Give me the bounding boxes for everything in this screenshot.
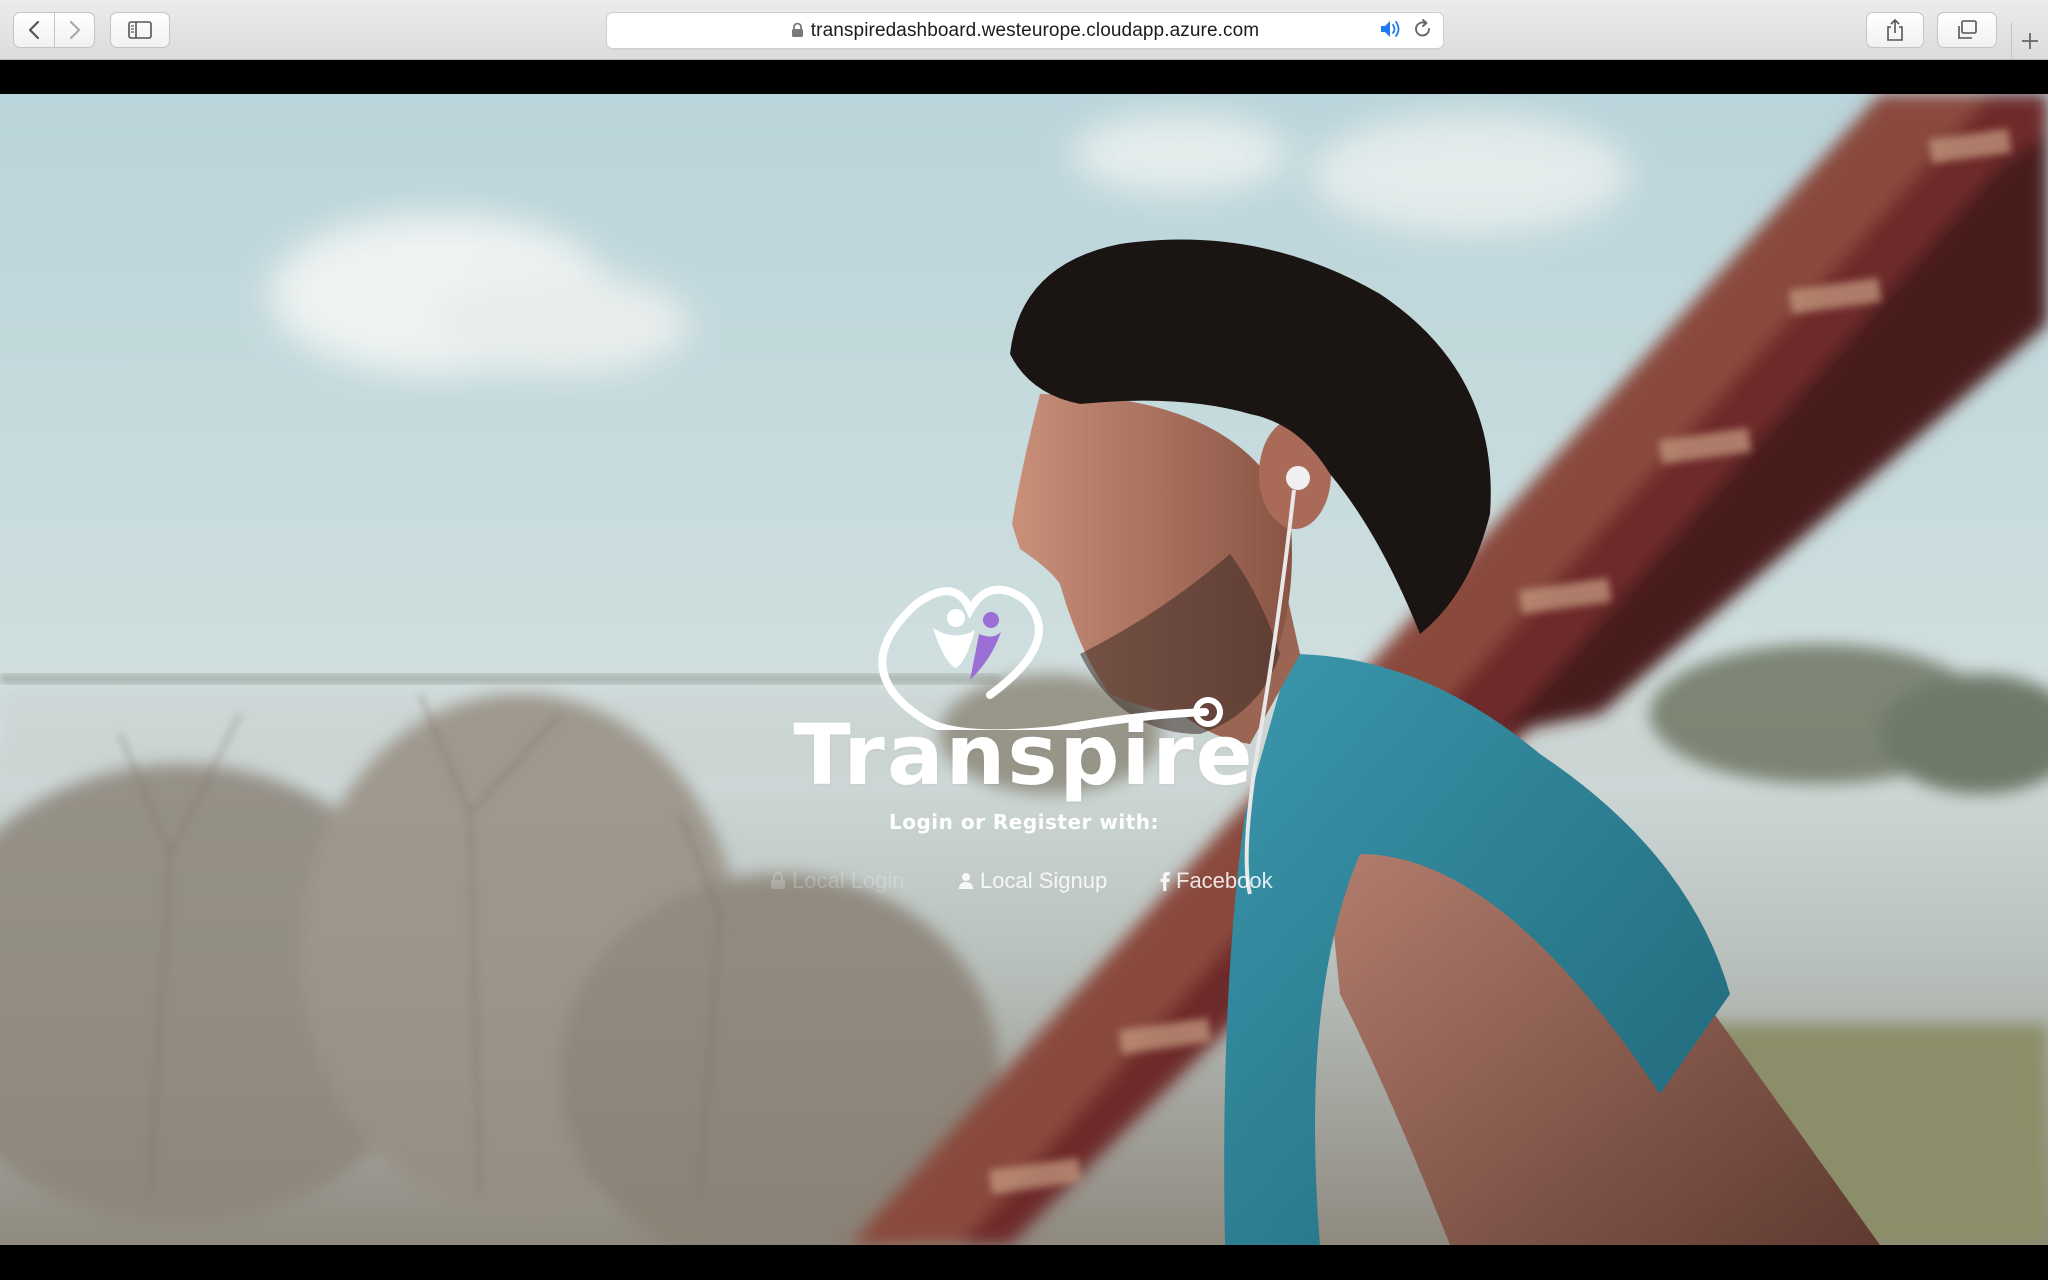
facebook-icon	[1160, 872, 1170, 891]
local-login-link[interactable]: Local Login	[770, 868, 905, 894]
chevron-left-icon	[28, 20, 40, 40]
reload-icon[interactable]	[1412, 18, 1434, 40]
brand-logo-block: Transpire	[0, 570, 2048, 815]
lock-icon	[791, 22, 803, 37]
browser-toolbar: transpiredashboard.westeurope.cloudapp.a…	[0, 0, 2048, 60]
tabs-overview-icon	[1958, 20, 1977, 39]
plus-icon	[2022, 33, 2038, 49]
forward-button[interactable]	[55, 12, 95, 48]
local-login-label: Local Login	[792, 868, 905, 893]
back-button[interactable]	[13, 12, 55, 48]
user-icon	[959, 873, 973, 889]
share-icon	[1887, 18, 1903, 41]
auth-options: Local Login Local Signup Facebook	[0, 868, 2048, 900]
facebook-login-link[interactable]: Facebook	[1160, 868, 1273, 894]
local-signup-label: Local Signup	[980, 868, 1108, 893]
sidebar-toggle-button[interactable]	[110, 12, 170, 48]
speaker-icon[interactable]	[1379, 18, 1405, 40]
login-prompt: Login or Register with:	[888, 810, 1160, 834]
lock-icon	[771, 872, 785, 889]
letterbox-bottom	[0, 1245, 2048, 1280]
url-text: transpiredashboard.westeurope.cloudapp.a…	[810, 19, 1260, 41]
address-bar[interactable]: transpiredashboard.westeurope.cloudapp.a…	[606, 12, 1444, 49]
sidebar-icon	[128, 21, 152, 39]
brand-name: Transpire	[793, 706, 1255, 804]
tab-overview-button[interactable]	[1937, 12, 1997, 48]
local-signup-link[interactable]: Local Signup	[958, 868, 1107, 894]
letterbox-top	[0, 60, 2048, 94]
new-tab-button[interactable]	[2011, 22, 2048, 60]
chevron-right-icon	[69, 20, 80, 40]
facebook-label: Facebook	[1176, 868, 1273, 893]
share-button[interactable]	[1866, 12, 1924, 48]
